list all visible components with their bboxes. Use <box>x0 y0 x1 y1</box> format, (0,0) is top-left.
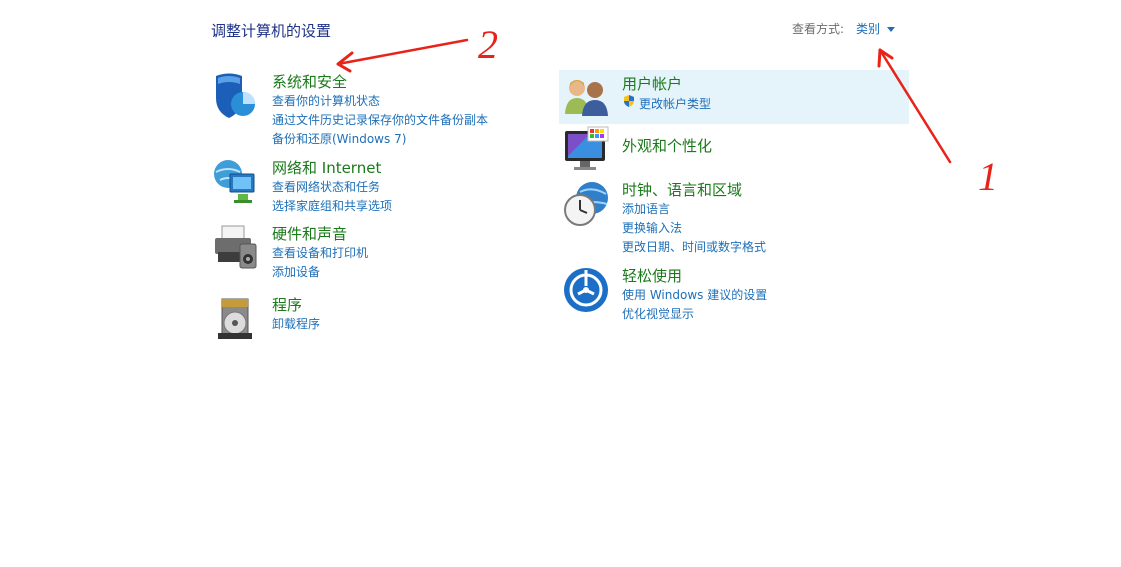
red-annotation-overlay: 2 1 <box>336 22 998 199</box>
annotation-2: 2 <box>478 22 498 67</box>
arrow-1-line <box>878 48 952 164</box>
arrow-2-line <box>336 38 469 66</box>
annotation-1: 1 <box>978 154 998 199</box>
